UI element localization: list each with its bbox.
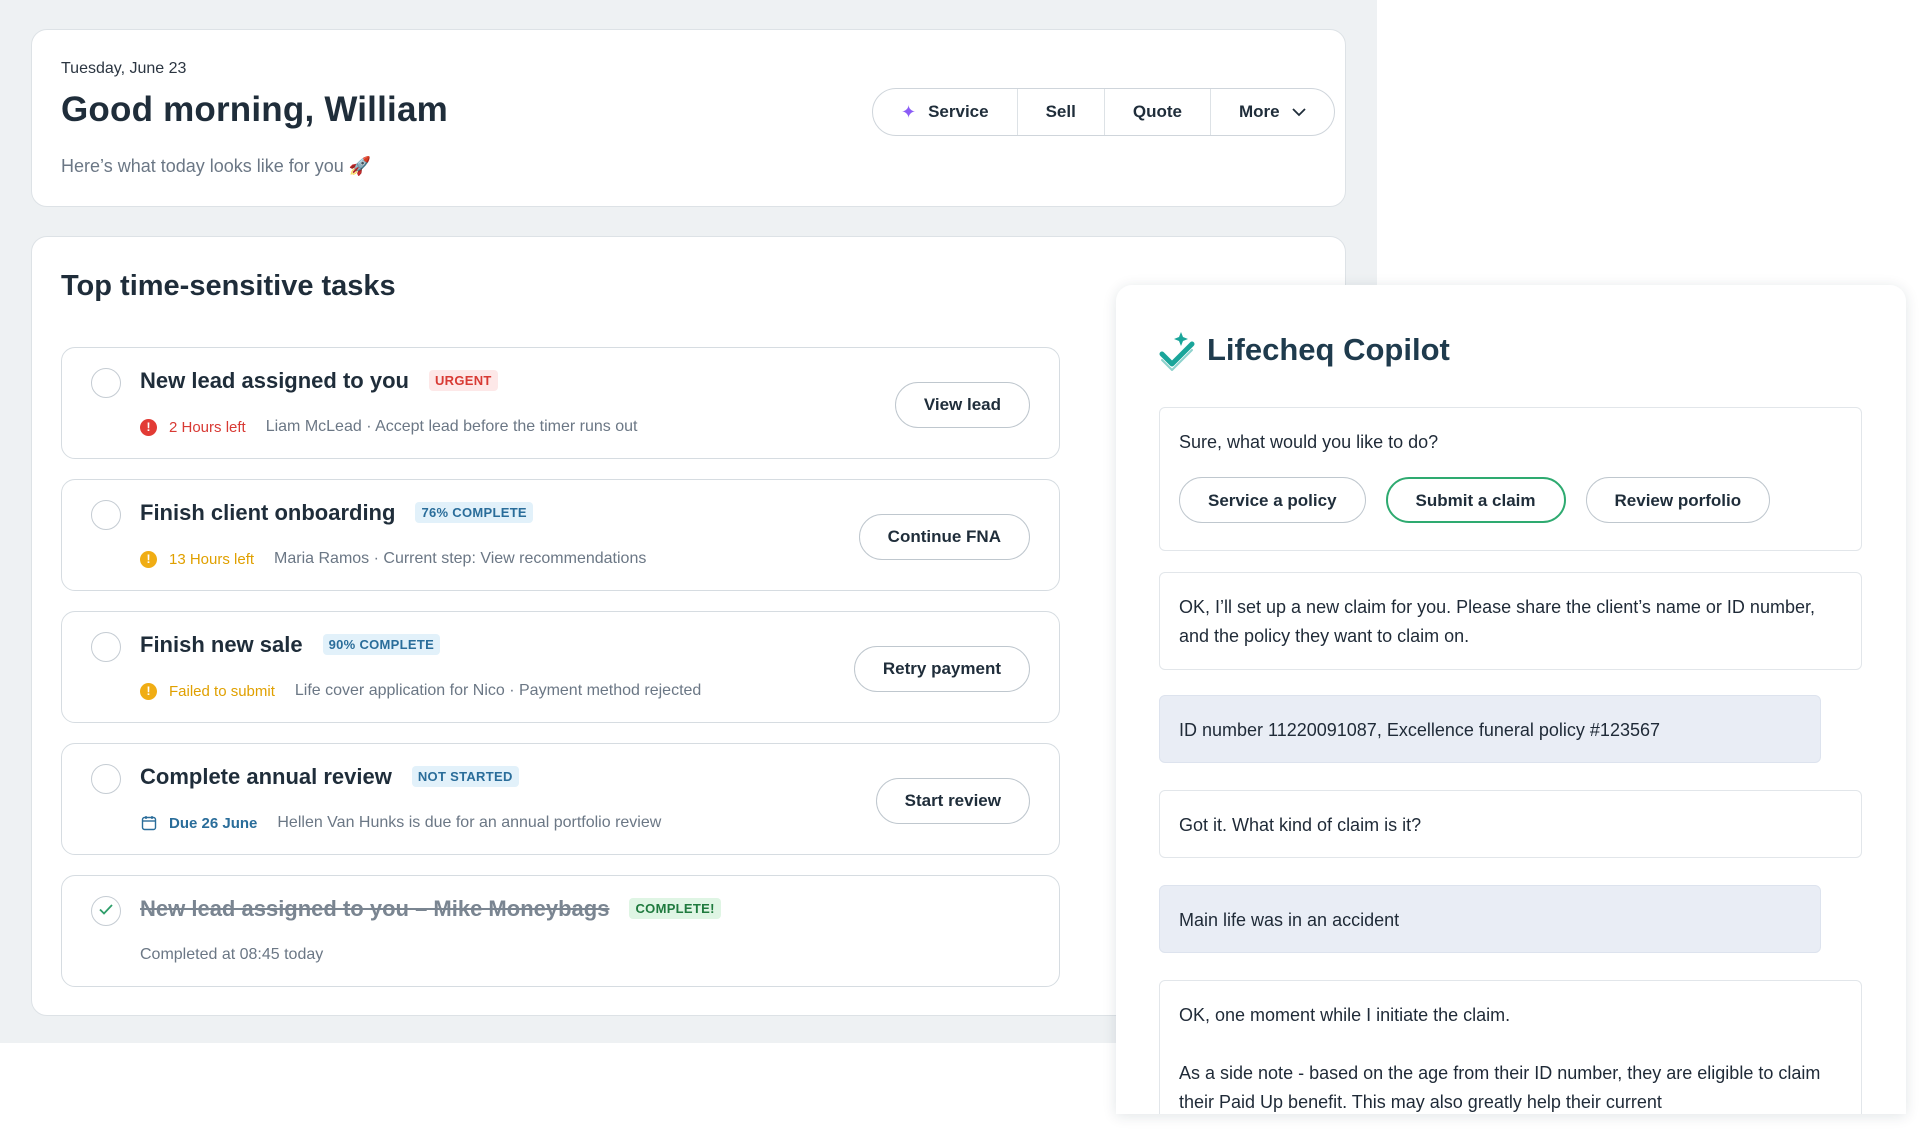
view-lead-button[interactable]: View lead bbox=[894, 382, 1030, 428]
message-text: OK, one moment while I initiate the clai… bbox=[1179, 1005, 1511, 1025]
task-title: Finish new sale 90% COMPLETE bbox=[140, 632, 441, 658]
task-title: New lead assigned to you URGENT bbox=[140, 368, 498, 394]
task-card: Finish new sale 90% COMPLETE ! Failed to … bbox=[61, 611, 1060, 723]
task-meta: ! 13 Hours left Maria Ramos · Current st… bbox=[140, 550, 646, 568]
message-text: Got it. What kind of claim is it? bbox=[1179, 815, 1422, 835]
quick-actions: ✦ Service Sell Quote More bbox=[872, 88, 1335, 136]
complete-badge: COMPLETE! bbox=[629, 898, 721, 919]
user-message: ID number 11220091087, Excellence funera… bbox=[1159, 695, 1821, 763]
task-checkbox[interactable] bbox=[91, 500, 121, 530]
urgent-badge: URGENT bbox=[428, 370, 498, 391]
task-card: New lead assigned to you URGENT ! 2 Hours… bbox=[61, 347, 1060, 459]
review-portfolio-chip[interactable]: Review porfolio bbox=[1585, 477, 1771, 523]
task-title-text: Complete annual review bbox=[140, 764, 392, 789]
copilot-panel: Lifecheq Copilot Sure, what would you li… bbox=[1116, 285, 1906, 1114]
submit-claim-chip[interactable]: Submit a claim bbox=[1385, 477, 1566, 523]
sell-button-label: Sell bbox=[1045, 102, 1076, 121]
task-checkbox[interactable] bbox=[91, 764, 121, 794]
start-review-button[interactable]: Start review bbox=[875, 778, 1030, 824]
task-detail: Life cover application for Nico · Paymen… bbox=[294, 682, 702, 699]
more-dropdown[interactable]: More bbox=[1211, 89, 1334, 135]
task-title-text: Finish new sale bbox=[140, 632, 303, 657]
alert-icon: ! bbox=[140, 418, 157, 436]
task-meta: Due 26 June Hellen Van Hunks is due for … bbox=[140, 814, 661, 832]
task-card: New lead assigned to you – Mike Moneybag… bbox=[61, 875, 1060, 987]
assistant-message: OK, I’ll set up a new claim for you. Ple… bbox=[1159, 572, 1862, 670]
greeting-subtitle: Here’s what today looks like for you 🚀 bbox=[61, 156, 372, 176]
task-status: Failed to submit bbox=[169, 682, 275, 700]
copilot-header: Lifecheq Copilot bbox=[1159, 330, 1450, 371]
warning-icon: ! bbox=[140, 682, 157, 700]
greeting-title: Good morning, William bbox=[61, 90, 448, 129]
task-title: New lead assigned to you – Mike Moneybag… bbox=[140, 896, 721, 922]
checkmark-icon bbox=[99, 902, 113, 920]
task-checkbox[interactable] bbox=[91, 368, 121, 398]
task-title: Complete annual review NOT STARTED bbox=[140, 764, 519, 790]
task-checkbox-checked[interactable] bbox=[91, 896, 121, 926]
progress-badge: 76% COMPLETE bbox=[415, 502, 533, 523]
assistant-message: Got it. What kind of claim is it? bbox=[1159, 790, 1862, 858]
quote-button-label: Quote bbox=[1132, 102, 1182, 121]
task-detail: Completed at 08:45 today bbox=[140, 946, 324, 963]
calendar-icon bbox=[140, 815, 157, 832]
task-detail: Maria Ramos · Current step: View recomme… bbox=[274, 550, 647, 567]
retry-payment-button[interactable]: Retry payment bbox=[853, 646, 1030, 692]
task-status: 2 Hours left bbox=[169, 418, 246, 436]
sparkle-icon: ✦ bbox=[901, 101, 917, 122]
greeting-date: Tuesday, June 23 bbox=[61, 60, 187, 77]
copilot-title: Lifecheq Copilot bbox=[1207, 332, 1450, 367]
message-text: ID number 11220091087, Excellence funera… bbox=[1179, 720, 1660, 740]
message-text: Main life was in an accident bbox=[1179, 910, 1400, 930]
task-detail: Hellen Van Hunks is due for an annual po… bbox=[277, 814, 662, 831]
continue-fna-button[interactable]: Continue FNA bbox=[858, 514, 1030, 560]
sell-button[interactable]: Sell bbox=[1018, 89, 1105, 135]
task-meta: ! Failed to submit Life cover applicatio… bbox=[140, 682, 701, 700]
task-detail: Liam McLead · Accept lead before the tim… bbox=[265, 418, 638, 435]
task-title-text: Finish client onboarding bbox=[140, 500, 396, 525]
task-card: Complete annual review NOT STARTED Due 26… bbox=[61, 743, 1060, 855]
task-status: 13 Hours left bbox=[169, 550, 255, 568]
tasks-title: Top time-sensitive tasks bbox=[61, 270, 396, 302]
task-status: Due 26 June bbox=[169, 814, 258, 832]
task-checkbox[interactable] bbox=[91, 632, 121, 662]
quote-button[interactable]: Quote bbox=[1105, 89, 1211, 135]
task-title-text: New lead assigned to you bbox=[140, 368, 409, 393]
assistant-message: OK, one moment while I initiate the clai… bbox=[1159, 980, 1862, 1114]
lifecheq-logo-icon bbox=[1159, 330, 1197, 371]
assistant-message: Sure, what would you like to do? Service… bbox=[1159, 407, 1862, 551]
service-button-label: Service bbox=[928, 102, 989, 121]
progress-badge: 90% COMPLETE bbox=[322, 634, 441, 655]
task-title: Finish client onboarding 76% COMPLETE bbox=[140, 500, 533, 526]
task-card: Finish client onboarding 76% COMPLETE ! 1… bbox=[61, 479, 1060, 591]
suggestion-chips: Service a policy Submit a claim Review p… bbox=[1179, 477, 1842, 523]
task-title-text: New lead assigned to you – Mike Moneybag… bbox=[140, 896, 610, 921]
service-button[interactable]: ✦ Service bbox=[873, 89, 1018, 135]
greeting-card: Tuesday, June 23 Good morning, William H… bbox=[31, 29, 1346, 207]
not-started-badge: NOT STARTED bbox=[411, 766, 519, 787]
more-dropdown-label: More bbox=[1238, 102, 1280, 121]
task-meta: ! 2 Hours left Liam McLead · Accept lead… bbox=[140, 418, 637, 436]
service-policy-chip[interactable]: Service a policy bbox=[1179, 477, 1366, 523]
warning-icon: ! bbox=[140, 550, 157, 568]
chevron-down-icon bbox=[1291, 104, 1306, 120]
message-text-continued: As a side note - based on the age from t… bbox=[1179, 1063, 1821, 1112]
message-text: OK, I’ll set up a new claim for you. Ple… bbox=[1179, 597, 1815, 646]
task-meta: Completed at 08:45 today bbox=[140, 946, 323, 964]
user-message: Main life was in an accident bbox=[1159, 885, 1821, 953]
message-text: Sure, what would you like to do? bbox=[1179, 432, 1439, 452]
